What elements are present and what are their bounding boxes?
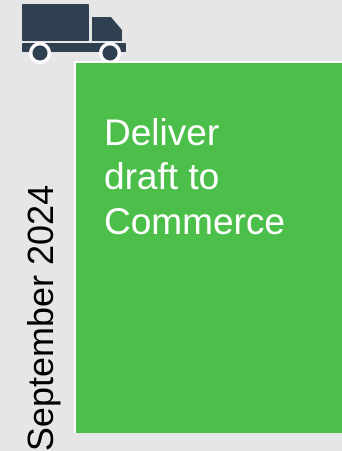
timeline-date-rail: September 2024 <box>0 68 74 451</box>
milestone-card: Deliver draft to Commerce <box>74 61 342 433</box>
timeline-date-label: September 2024 <box>20 184 61 451</box>
milestone-text: Deliver draft to Commerce <box>104 112 285 242</box>
truck-icon <box>22 4 126 64</box>
